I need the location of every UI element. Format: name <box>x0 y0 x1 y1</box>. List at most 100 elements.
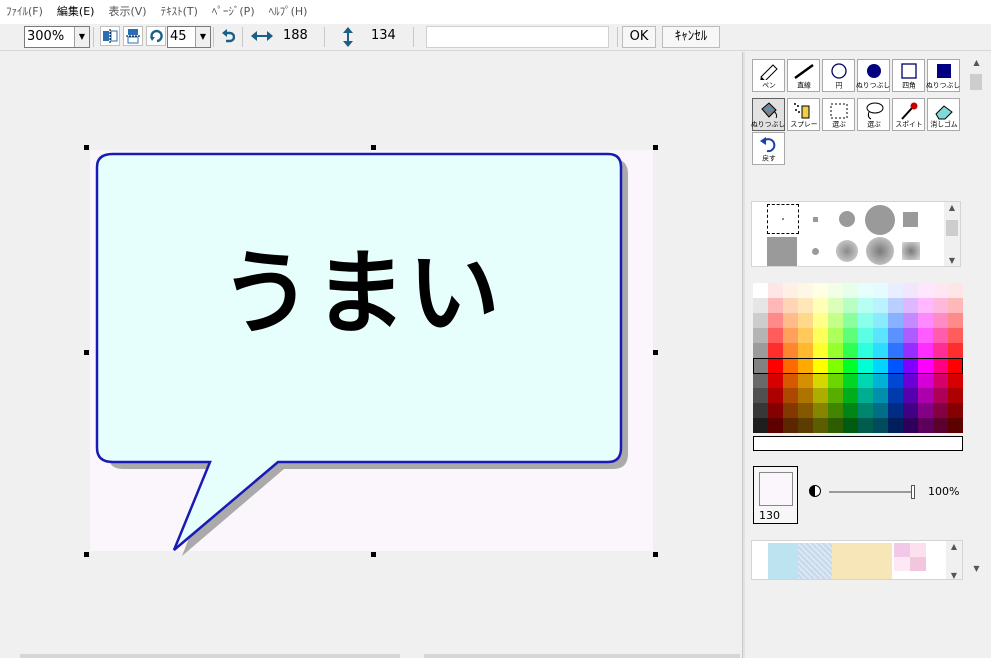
palette-color-cell[interactable] <box>903 328 918 343</box>
brush-scrollbar[interactable]: ▲ ▼ <box>944 202 960 266</box>
palette-color-cell[interactable] <box>813 283 828 298</box>
palette-color-cell[interactable] <box>933 388 948 403</box>
palette-color-cell[interactable] <box>888 328 903 343</box>
palette-color-cell[interactable] <box>753 358 768 373</box>
palette-color-cell[interactable] <box>858 358 873 373</box>
palette-color-cell[interactable] <box>843 403 858 418</box>
texture-swatch[interactable] <box>832 543 892 579</box>
palette-color-cell[interactable] <box>933 313 948 328</box>
panel-scrollbar[interactable]: ▲ ▼ <box>968 58 985 578</box>
palette-color-cell[interactable] <box>828 328 843 343</box>
palette-color-cell[interactable] <box>873 358 888 373</box>
palette-color-cell[interactable] <box>753 298 768 313</box>
palette-color-cell[interactable] <box>798 328 813 343</box>
tool-line[interactable]: 直線 <box>787 59 820 92</box>
palette-color-cell[interactable] <box>933 418 948 433</box>
texture-swatch[interactable] <box>910 543 926 557</box>
palette-color-cell[interactable] <box>753 343 768 358</box>
palette-color-cell[interactable] <box>828 313 843 328</box>
palette-color-cell[interactable] <box>903 418 918 433</box>
palette-color-cell[interactable] <box>858 418 873 433</box>
palette-color-cell[interactable] <box>813 298 828 313</box>
resize-handle-sw[interactable] <box>84 552 89 557</box>
palette-color-cell[interactable] <box>753 283 768 298</box>
palette-color-cell[interactable] <box>888 373 903 388</box>
opacity-slider-thumb[interactable] <box>911 485 915 499</box>
palette-color-cell[interactable] <box>768 343 783 358</box>
palette-color-cell[interactable] <box>828 388 843 403</box>
palette-color-cell[interactable] <box>843 298 858 313</box>
palette-color-cell[interactable] <box>918 388 933 403</box>
opacity-slider-track[interactable] <box>829 491 913 493</box>
palette-color-cell[interactable] <box>933 283 948 298</box>
palette-color-cell[interactable] <box>768 283 783 298</box>
texture-swatch[interactable] <box>910 557 926 571</box>
tool-rect-select[interactable]: 選ぶ <box>822 98 855 131</box>
color-slider-bar[interactable] <box>753 436 963 451</box>
palette-color-cell[interactable] <box>783 343 798 358</box>
palette-color-cell[interactable] <box>948 328 963 343</box>
palette-color-cell[interactable] <box>888 403 903 418</box>
brush-size-list[interactable]: ▲ ▼ <box>751 201 961 267</box>
brush-size-7[interactable] <box>812 248 819 255</box>
palette-color-cell[interactable] <box>783 313 798 328</box>
brush-size-1[interactable] <box>782 218 784 220</box>
scroll-up-icon[interactable]: ▲ <box>946 542 962 551</box>
palette-color-cell[interactable] <box>753 388 768 403</box>
scroll-up-icon[interactable]: ▲ <box>944 203 960 212</box>
palette-color-cell[interactable] <box>798 343 813 358</box>
palette-color-cell[interactable] <box>918 313 933 328</box>
horizontal-scrollbar[interactable] <box>20 654 400 658</box>
palette-color-cell[interactable] <box>783 283 798 298</box>
texture-swatch[interactable] <box>894 543 910 557</box>
palette-color-cell[interactable] <box>858 313 873 328</box>
palette-color-cell[interactable] <box>798 298 813 313</box>
palette-color-cell[interactable] <box>813 403 828 418</box>
tool-eraser[interactable]: 消しゴム <box>927 98 960 131</box>
palette-color-cell[interactable] <box>918 358 933 373</box>
palette-color-cell[interactable] <box>903 373 918 388</box>
palette-color-cell[interactable] <box>873 403 888 418</box>
tool-lasso-select[interactable]: 選ぶ <box>857 98 890 131</box>
palette-color-cell[interactable] <box>843 328 858 343</box>
palette-color-cell[interactable] <box>903 283 918 298</box>
palette-color-cell[interactable] <box>828 283 843 298</box>
tool-pen[interactable]: ペン <box>752 59 785 92</box>
tool-filled-circle[interactable]: ぬりつぶし <box>856 59 891 92</box>
palette-color-cell[interactable] <box>888 388 903 403</box>
palette-color-cell[interactable] <box>918 298 933 313</box>
palette-color-cell[interactable] <box>948 313 963 328</box>
brush-size-9[interactable] <box>866 237 894 265</box>
resize-handle-e[interactable] <box>653 350 658 355</box>
palette-color-cell[interactable] <box>798 373 813 388</box>
palette-color-cell[interactable] <box>888 343 903 358</box>
palette-color-cell[interactable] <box>798 283 813 298</box>
palette-color-cell[interactable] <box>798 418 813 433</box>
palette-color-cell[interactable] <box>903 388 918 403</box>
palette-color-cell[interactable] <box>813 313 828 328</box>
palette-color-cell[interactable] <box>933 373 948 388</box>
texture-swatch[interactable] <box>798 543 832 579</box>
palette-color-cell[interactable] <box>813 328 828 343</box>
palette-color-cell[interactable] <box>888 298 903 313</box>
palette-color-cell[interactable] <box>933 403 948 418</box>
palette-color-cell[interactable] <box>768 298 783 313</box>
tool-circle[interactable]: 円 <box>822 59 855 92</box>
palette-color-cell[interactable] <box>933 328 948 343</box>
resize-handle-n[interactable] <box>371 145 376 150</box>
palette-color-cell[interactable] <box>903 403 918 418</box>
palette-color-cell[interactable] <box>768 388 783 403</box>
palette-color-cell[interactable] <box>873 283 888 298</box>
palette-color-cell[interactable] <box>828 358 843 373</box>
palette-color-cell[interactable] <box>888 418 903 433</box>
palette-color-cell[interactable] <box>948 343 963 358</box>
brush-size-2[interactable] <box>813 217 818 222</box>
texture-list[interactable]: ▲ ▼ <box>751 540 963 580</box>
palette-color-cell[interactable] <box>903 358 918 373</box>
palette-color-cell[interactable] <box>753 328 768 343</box>
resize-handle-ne[interactable] <box>653 145 658 150</box>
palette-color-cell[interactable] <box>828 298 843 313</box>
palette-color-cell[interactable] <box>933 343 948 358</box>
scroll-thumb[interactable] <box>946 220 958 236</box>
tool-filled-rectangle[interactable]: ぬりつぶし <box>926 59 961 92</box>
